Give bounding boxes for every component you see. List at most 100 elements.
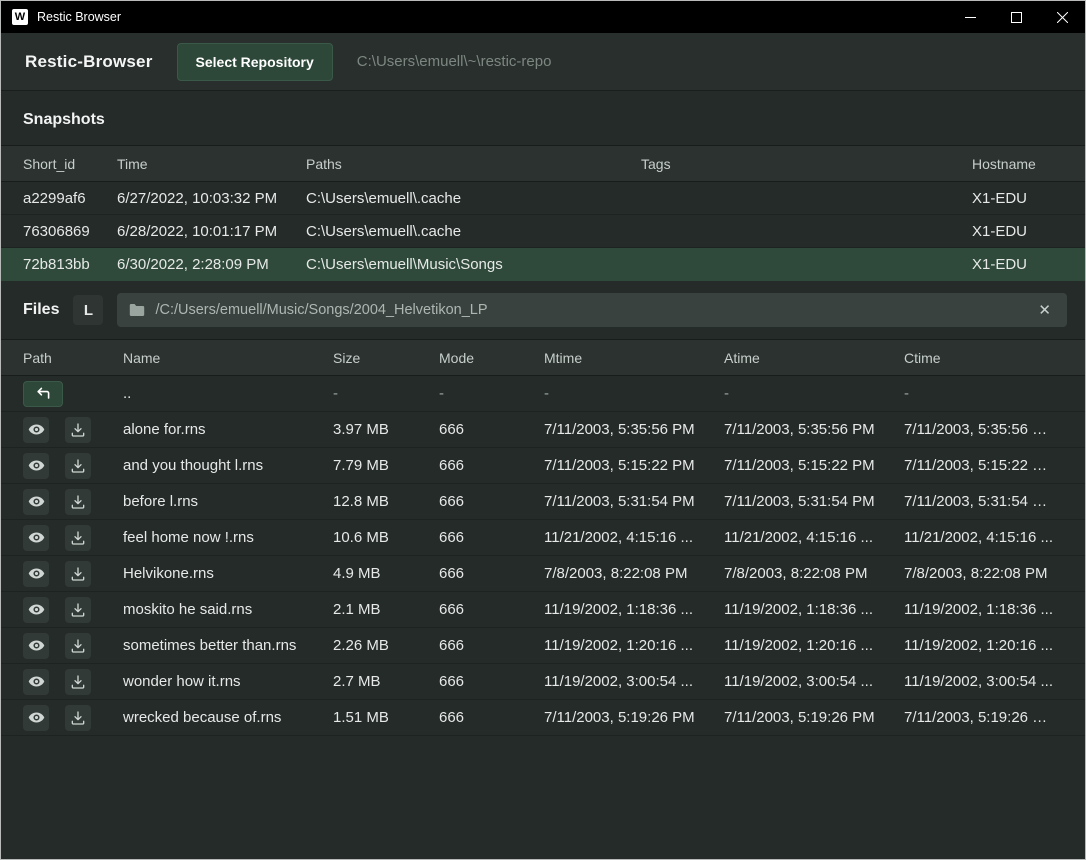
files-table-header: Path Name Size Mode Mtime Atime Ctime — [1, 339, 1085, 376]
file-name: moskito he said.rns — [123, 601, 333, 618]
snapshot-row[interactable]: a2299af6 6/27/2022, 10:03:32 PM C:\Users… — [1, 182, 1085, 215]
file-name: feel home now !.rns — [123, 529, 333, 546]
download-file-button[interactable] — [65, 525, 91, 551]
file-name: Helvikone.rns — [123, 565, 333, 582]
minimize-icon — [965, 12, 976, 23]
file-row[interactable]: before l.rns 12.8 MB 666 7/11/2003, 5:31… — [1, 484, 1085, 520]
maximize-button[interactable] — [993, 1, 1039, 33]
download-icon — [70, 602, 86, 618]
snapshots-col-time[interactable]: Time — [117, 156, 306, 172]
clear-path-button[interactable]: ✕ — [1034, 301, 1055, 320]
files-section-bar: Files L /C:/Users/emuell/Music/Songs/200… — [1, 281, 1085, 339]
files-col-size[interactable]: Size — [333, 350, 439, 366]
download-icon — [70, 422, 86, 438]
file-row[interactable]: wonder how it.rns 2.7 MB 666 11/19/2002,… — [1, 664, 1085, 700]
snapshot-row[interactable]: 76306869 6/28/2022, 10:01:17 PM C:\Users… — [1, 215, 1085, 248]
snapshots-table-header: Short_id Time Paths Tags Hostname — [1, 145, 1085, 182]
snapshots-col-tags[interactable]: Tags — [641, 156, 972, 172]
preview-file-button[interactable] — [23, 705, 49, 731]
app-logo-letter: W — [15, 11, 25, 23]
select-repository-button[interactable]: Select Repository — [177, 43, 333, 81]
download-file-button[interactable] — [65, 705, 91, 731]
preview-file-button[interactable] — [23, 417, 49, 443]
file-row[interactable]: wrecked because of.rns 1.51 MB 666 7/11/… — [1, 700, 1085, 736]
file-ctime: - — [904, 385, 1063, 402]
preview-file-button[interactable] — [23, 489, 49, 515]
go-up-icon — [35, 387, 51, 401]
files-col-path[interactable]: Path — [23, 350, 123, 366]
download-file-button[interactable] — [65, 417, 91, 443]
minimize-button[interactable] — [947, 1, 993, 33]
files-col-mode[interactable]: Mode — [439, 350, 544, 366]
download-file-button[interactable] — [65, 669, 91, 695]
files-col-name[interactable]: Name — [123, 350, 333, 366]
preview-file-button[interactable] — [23, 669, 49, 695]
list-mode-button[interactable]: L — [73, 295, 103, 325]
file-name: wonder how it.rns — [123, 673, 333, 690]
snapshot-short-id: 76306869 — [23, 223, 117, 240]
file-row[interactable]: sometimes better than.rns 2.26 MB 666 11… — [1, 628, 1085, 664]
file-row[interactable]: moskito he said.rns 2.1 MB 666 11/19/200… — [1, 592, 1085, 628]
download-icon — [70, 566, 86, 582]
file-name: alone for.rns — [123, 421, 333, 438]
file-atime: 11/19/2002, 3:00:54 ... — [724, 673, 904, 690]
eye-icon — [28, 601, 45, 618]
file-size: 7.79 MB — [333, 457, 439, 474]
file-size: 1.51 MB — [333, 709, 439, 726]
close-button[interactable] — [1039, 1, 1085, 33]
file-ctime: 11/21/2002, 4:15:16 ... — [904, 529, 1063, 546]
snapshot-time: 6/28/2022, 10:01:17 PM — [117, 223, 306, 240]
download-file-button[interactable] — [65, 561, 91, 587]
snapshots-col-hostname[interactable]: Hostname — [972, 156, 1063, 172]
download-icon — [70, 458, 86, 474]
window-controls — [947, 1, 1085, 33]
file-mode: 666 — [439, 421, 544, 438]
download-file-button[interactable] — [65, 597, 91, 623]
file-size: 2.7 MB — [333, 673, 439, 690]
file-ctime: 7/11/2003, 5:31:54 PM — [904, 493, 1063, 510]
download-icon — [70, 494, 86, 510]
eye-icon — [28, 565, 45, 582]
snapshots-col-short-id[interactable]: Short_id — [23, 156, 117, 172]
file-row[interactable]: Helvikone.rns 4.9 MB 666 7/8/2003, 8:22:… — [1, 556, 1085, 592]
download-file-button[interactable] — [65, 453, 91, 479]
file-atime: 11/19/2002, 1:18:36 ... — [724, 601, 904, 618]
snapshot-paths: C:\Users\emuell\Music\Songs — [306, 256, 641, 273]
titlebar: W Restic Browser — [1, 1, 1085, 33]
file-mtime: 11/19/2002, 1:18:36 ... — [544, 601, 724, 618]
file-path-bar[interactable]: /C:/Users/emuell/Music/Songs/2004_Helvet… — [117, 293, 1067, 327]
file-size: 2.1 MB — [333, 601, 439, 618]
files-col-atime[interactable]: Atime — [724, 350, 904, 366]
snapshot-row-selected[interactable]: 72b813bb 6/30/2022, 2:28:09 PM C:\Users\… — [1, 248, 1085, 281]
file-atime: 7/11/2003, 5:15:22 PM — [724, 457, 904, 474]
files-col-ctime[interactable]: Ctime — [904, 350, 1063, 366]
preview-file-button[interactable] — [23, 525, 49, 551]
file-row[interactable]: and you thought l.rns 7.79 MB 666 7/11/2… — [1, 448, 1085, 484]
file-mode: - — [439, 385, 544, 402]
download-file-button[interactable] — [65, 489, 91, 515]
snapshot-paths: C:\Users\emuell\.cache — [306, 223, 641, 240]
preview-file-button[interactable] — [23, 633, 49, 659]
file-size: 12.8 MB — [333, 493, 439, 510]
file-atime: 7/11/2003, 5:19:26 PM — [724, 709, 904, 726]
file-mode: 666 — [439, 493, 544, 510]
snapshots-col-paths[interactable]: Paths — [306, 156, 641, 172]
download-icon — [70, 710, 86, 726]
preview-file-button[interactable] — [23, 561, 49, 587]
file-row[interactable]: feel home now !.rns 10.6 MB 666 11/21/20… — [1, 520, 1085, 556]
eye-icon — [28, 421, 45, 438]
parent-directory-button[interactable] — [23, 381, 63, 407]
file-name: wrecked because of.rns — [123, 709, 333, 726]
download-file-button[interactable] — [65, 633, 91, 659]
file-atime: 11/19/2002, 1:20:16 ... — [724, 637, 904, 654]
preview-file-button[interactable] — [23, 453, 49, 479]
file-row[interactable]: alone for.rns 3.97 MB 666 7/11/2003, 5:3… — [1, 412, 1085, 448]
file-row-parent[interactable]: .. - - - - - — [1, 376, 1085, 412]
file-name: sometimes better than.rns — [123, 637, 333, 654]
file-mode: 666 — [439, 709, 544, 726]
file-ctime: 7/11/2003, 5:15:22 PM — [904, 457, 1063, 474]
files-col-mtime[interactable]: Mtime — [544, 350, 724, 366]
snapshot-short-id: a2299af6 — [23, 190, 117, 207]
eye-icon — [28, 493, 45, 510]
preview-file-button[interactable] — [23, 597, 49, 623]
